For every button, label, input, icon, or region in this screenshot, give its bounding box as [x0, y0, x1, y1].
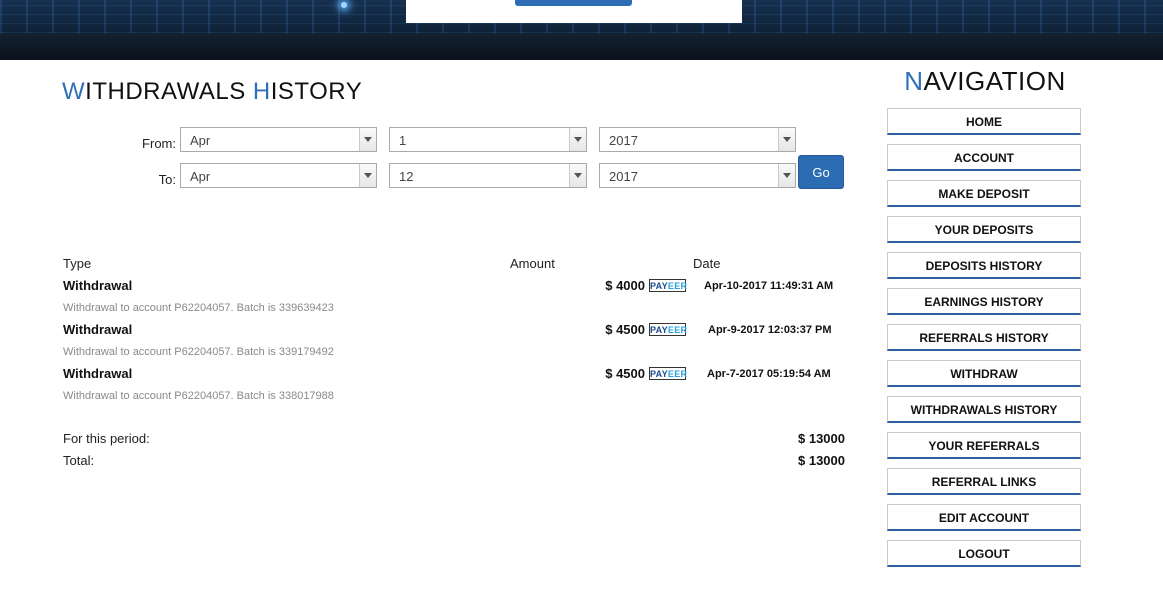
to-month-value: Apr: [190, 169, 211, 184]
chevron-down-icon: [569, 164, 586, 187]
from-year-select[interactable]: 2017: [599, 127, 796, 152]
nav-item-earnings-history[interactable]: EARNINGS HISTORY: [887, 288, 1081, 315]
nav-item-deposits-history[interactable]: DEPOSITS HISTORY: [887, 252, 1081, 279]
column-header-amount: Amount: [510, 256, 555, 271]
nav-item-your-deposits[interactable]: YOUR DEPOSITS: [887, 216, 1081, 243]
from-month-value: Apr: [190, 133, 211, 148]
banner-glow: [341, 2, 347, 8]
row-1-type: Withdrawal: [63, 278, 133, 293]
header-banner: [0, 0, 1163, 60]
ad-box: [406, 0, 742, 23]
chevron-down-icon: [778, 164, 795, 187]
row-3-amount: $ 4500: [605, 366, 645, 381]
chevron-down-icon: [778, 128, 795, 151]
chevron-down-icon: [359, 164, 376, 187]
to-year-value: 2017: [609, 169, 638, 184]
payeer-icon: PAYEER: [649, 323, 688, 336]
row-3-date: Apr-7-2017 05:19:54 AM: [707, 368, 831, 380]
row-3-type: Withdrawal: [63, 366, 133, 381]
chevron-down-icon: [359, 128, 376, 151]
total-value: $ 13000: [798, 453, 845, 468]
row-2-type: Withdrawal: [63, 322, 133, 337]
nav-item-withdraw[interactable]: WITHDRAW: [887, 360, 1081, 387]
nav-title: NAVIGATION: [904, 66, 1066, 96]
nav-item-referrals-history[interactable]: REFERRALS HISTORY: [887, 324, 1081, 351]
nav-item-edit-account[interactable]: EDIT ACCOUNT: [887, 504, 1081, 531]
column-header-type: Type: [63, 256, 92, 271]
from-month-select[interactable]: Apr: [180, 127, 377, 152]
nav-item-make-deposit[interactable]: MAKE DEPOSIT: [887, 180, 1081, 207]
to-day-value: 12: [399, 169, 414, 184]
from-day-select[interactable]: 1: [389, 127, 587, 152]
nav-item-referral-links[interactable]: REFERRAL LINKS: [887, 468, 1081, 495]
go-button[interactable]: Go: [798, 155, 844, 189]
row-3-description: Withdrawal to account P62204057. Batch i…: [63, 390, 334, 402]
period-label: For this period:: [63, 431, 150, 446]
banner-strip: [0, 33, 1163, 60]
row-2-amount: $ 4500: [605, 322, 645, 337]
nav-item-logout[interactable]: LOGOUT: [887, 540, 1081, 567]
from-label: From:: [142, 136, 176, 151]
ad-button[interactable]: [515, 0, 632, 6]
from-day-value: 1: [399, 133, 407, 148]
to-day-select[interactable]: 12: [389, 163, 587, 188]
row-1-description: Withdrawal to account P62204057. Batch i…: [63, 302, 334, 314]
column-header-date: Date: [693, 256, 721, 271]
payeer-icon: PAYEER: [649, 367, 688, 380]
chevron-down-icon: [569, 128, 586, 151]
page-title: WITHDRAWALS HISTORY: [62, 78, 363, 105]
nav-item-home[interactable]: HOME: [887, 108, 1081, 135]
from-year-value: 2017: [609, 133, 638, 148]
to-year-select[interactable]: 2017: [599, 163, 796, 188]
row-1-amount: $ 4000: [605, 278, 645, 293]
nav-item-account[interactable]: ACCOUNT: [887, 144, 1081, 171]
to-label: To:: [158, 172, 176, 187]
row-2-date: Apr-9-2017 12:03:37 PM: [708, 324, 832, 336]
period-value: $ 13000: [798, 431, 845, 446]
to-month-select[interactable]: Apr: [180, 163, 377, 188]
nav-item-withdrawals-history[interactable]: WITHDRAWALS HISTORY: [887, 396, 1081, 423]
payeer-icon: PAYEER: [649, 279, 688, 292]
row-1-date: Apr-10-2017 11:49:31 AM: [704, 280, 834, 292]
nav-item-your-referrals[interactable]: YOUR REFERRALS: [887, 432, 1081, 459]
total-label: Total:: [63, 453, 95, 468]
row-2-description: Withdrawal to account P62204057. Batch i…: [63, 346, 334, 358]
